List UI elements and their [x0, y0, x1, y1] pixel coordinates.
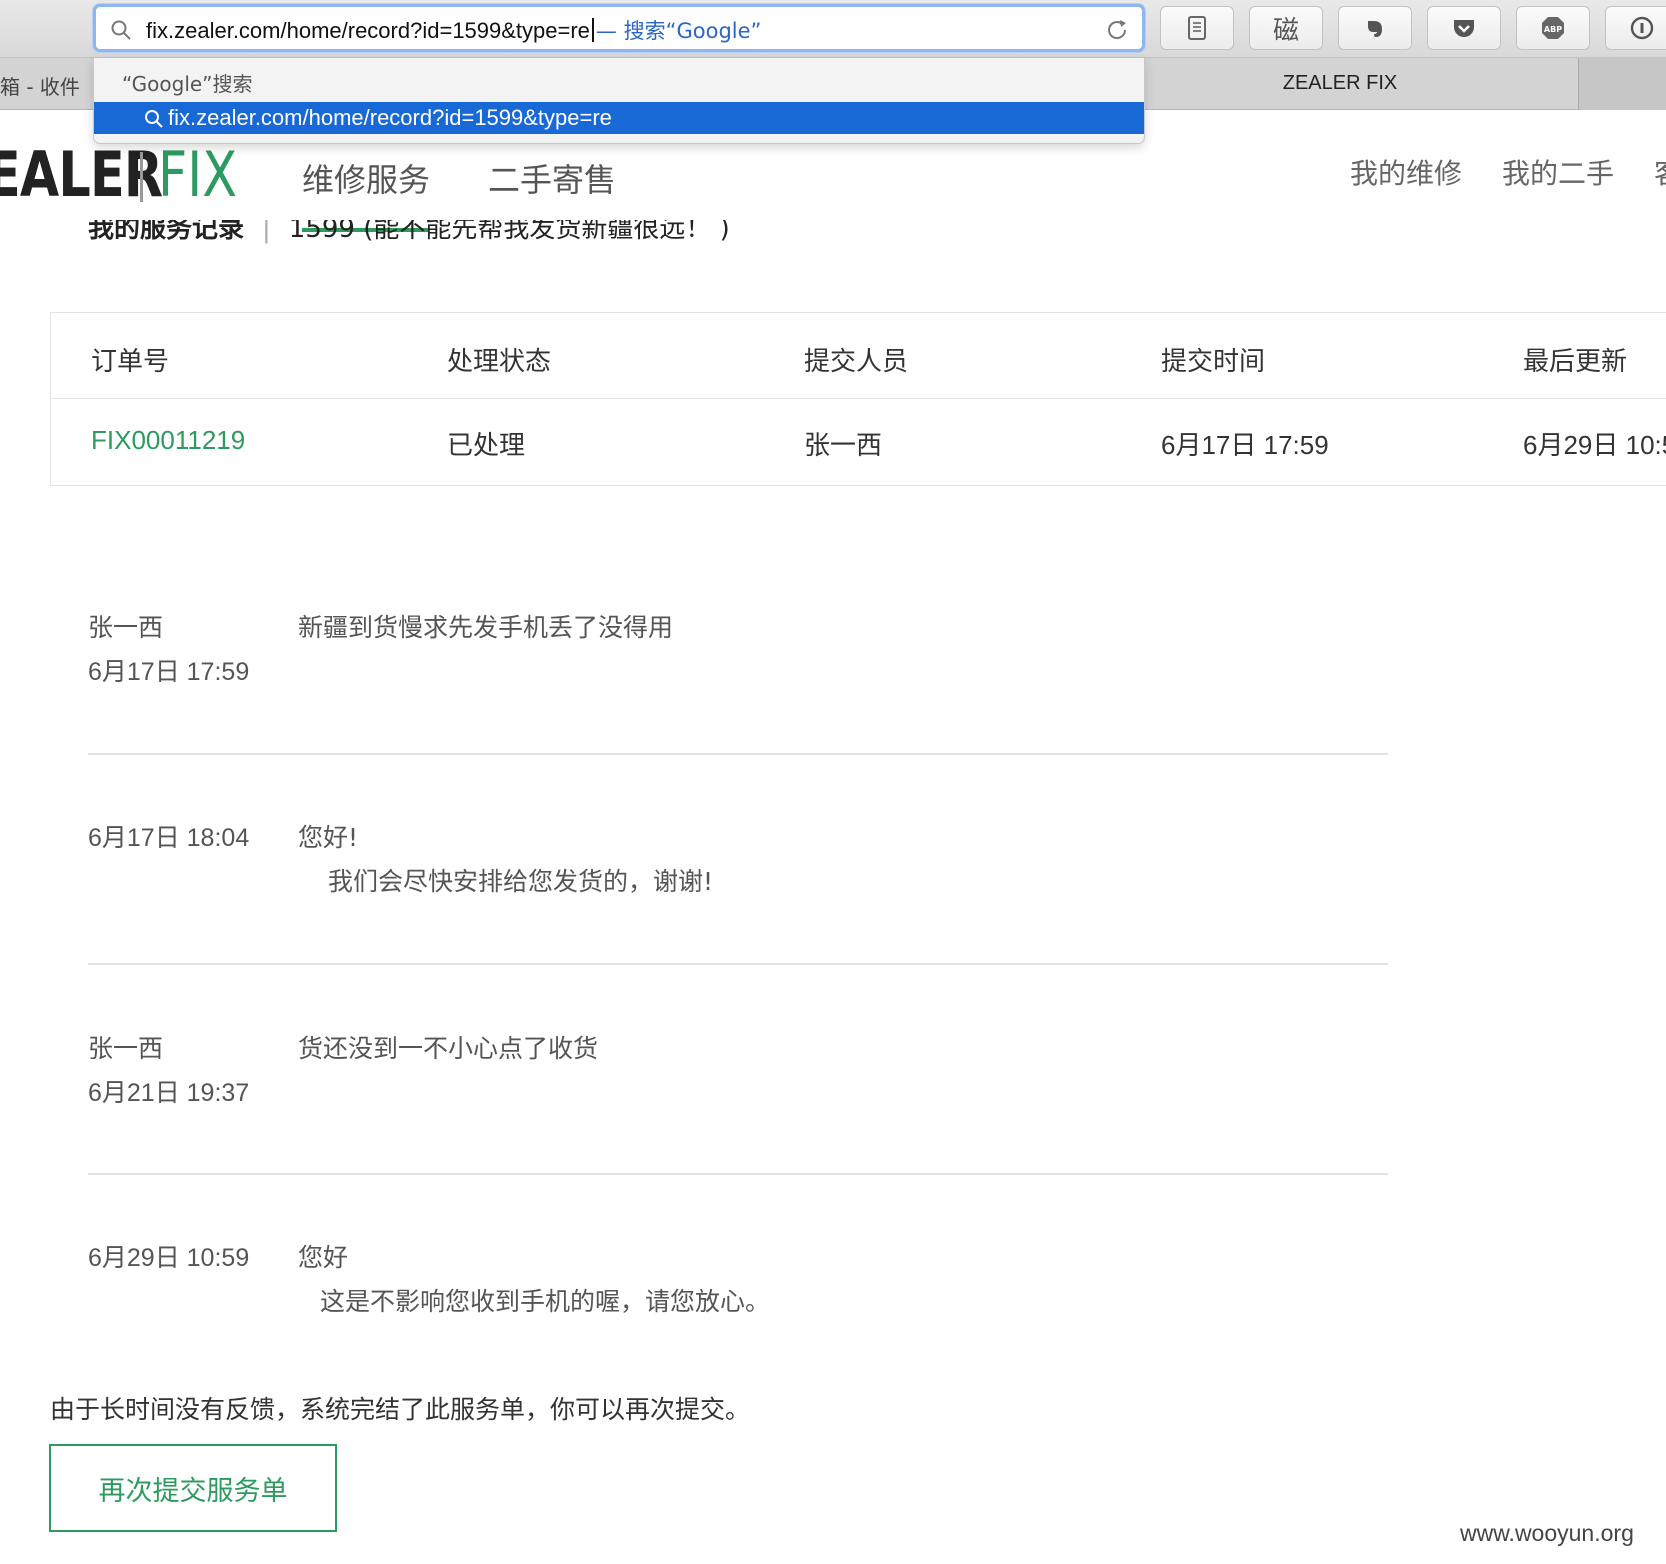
browser-toolbar: fix.zealer.com/home/record?id=1599&type=… [0, 0, 1666, 58]
tab-zealer-fix[interactable]: ZEALER FIX [1140, 58, 1540, 110]
evernote-extension-button[interactable] [1338, 6, 1412, 50]
resubmit-button[interactable]: 再次提交服务单 [49, 1444, 337, 1532]
order-submitter: 张一西 [804, 431, 883, 461]
address-bar[interactable]: fix.zealer.com/home/record?id=1599&type=… [93, 4, 1145, 52]
record-message-line2: 这是不影响您收到手机的喔，请您放心。 [320, 1287, 771, 1316]
search-hint: — 搜索“Google” [595, 19, 762, 43]
breadcrumb-separator: | [262, 220, 271, 244]
pocket-icon [1454, 20, 1474, 37]
header-submit-time: 提交时间 [1161, 347, 1266, 377]
logo-zealer-text: EALER [0, 138, 163, 211]
svg-text:ABP: ABP [1544, 25, 1562, 34]
breadcrumb-current: 1599 (能不能先帮我发货新疆很远！ ) [288, 220, 730, 244]
header-status: 处理状态 [447, 347, 552, 377]
document-icon [1188, 16, 1206, 40]
record-divider [88, 753, 1388, 755]
breadcrumb: 我的服务记录 | 1599 (能不能先帮我发货新疆很远！ ) [88, 220, 988, 252]
nav-repair-service[interactable]: 维修服务 [302, 155, 430, 201]
tab-mail-label: 箱 - 收件 [0, 75, 80, 99]
order-submit-time: 6月17日 17:59 [1161, 430, 1329, 460]
watermark: www.wooyun.org [1460, 1520, 1634, 1546]
record-author: 张一西 [88, 613, 164, 642]
nav-customer-service[interactable]: 客 [1654, 152, 1666, 192]
record-time: 6月17日 17:59 [88, 658, 250, 686]
password-extension-button[interactable] [1605, 6, 1666, 50]
suggestion-item[interactable]: fix.zealer.com/home/record?id=1599&type=… [94, 102, 1144, 134]
header-order-id: 订单号 [91, 347, 170, 377]
header-last-update: 最后更新 [1523, 347, 1628, 377]
tab-mail[interactable]: 箱 - 收件 [0, 58, 96, 110]
adblock-icon: ABP [1542, 17, 1564, 39]
logo-fix-text: FIX [158, 138, 238, 211]
suggestion-header: “Google”搜索 [122, 72, 253, 96]
record-message: 货还没到一不小心点了收货 [298, 1034, 599, 1063]
ime-extension-button[interactable]: 磁 [1249, 6, 1323, 50]
reader-extension-button[interactable] [1160, 6, 1234, 50]
record-time: 6月17日 18:04 [88, 824, 250, 852]
text-caret [591, 18, 594, 42]
record-time: 6月21日 19:37 [88, 1079, 250, 1107]
address-suggestions: “Google”搜索 fix.zealer.com/home/record?id… [93, 58, 1145, 144]
record-divider [88, 1173, 1388, 1175]
suggestion-text: fix.zealer.com/home/record?id=1599&type=… [168, 105, 612, 130]
record-time: 6月29日 10:59 [88, 1244, 250, 1272]
breadcrumb-section[interactable]: 我的服务记录 [88, 220, 244, 244]
order-last-update: 6月29日 10:5 [1523, 430, 1666, 460]
info-icon [1630, 16, 1654, 40]
record-author: 张一西 [88, 1034, 164, 1063]
nav-my-secondhand[interactable]: 我的二手 [1502, 152, 1614, 192]
row-divider [51, 398, 1666, 399]
order-status: 已处理 [447, 431, 526, 461]
closing-note: 由于长时间没有反馈，系统完结了此服务单，你可以再次提交。 [50, 1395, 751, 1424]
search-icon [145, 110, 163, 128]
record-message: 您好! [298, 823, 359, 852]
order-table: 订单号 处理状态 提交人员 提交时间 最后更新 FIX00011219 已处理 … [50, 312, 1666, 486]
logo-divider [140, 152, 143, 202]
tab-zealer-fix-label: ZEALER FIX [1282, 72, 1398, 94]
record-message-line2: 我们会尽快安排给您发货的，谢谢! [328, 867, 714, 896]
url-value: fix.zealer.com/home/record?id=1599&type=… [146, 18, 590, 43]
search-icon [111, 20, 131, 40]
tab-new[interactable] [1578, 58, 1666, 110]
url-text[interactable]: fix.zealer.com/home/record?id=1599&type=… [146, 15, 761, 45]
order-id-link[interactable]: FIX00011219 [91, 425, 245, 456]
nav-secondhand-consign[interactable]: 二手寄售 [488, 155, 616, 201]
adblock-extension-button[interactable]: ABP [1516, 6, 1590, 50]
record-message: 您好 [298, 1243, 349, 1272]
record-message: 新疆到货慢求先发手机丢了没得用 [298, 613, 674, 642]
ime-label: 磁 [1272, 15, 1299, 46]
pocket-extension-button[interactable] [1427, 6, 1501, 50]
record-divider [88, 963, 1388, 965]
header-submitter: 提交人员 [804, 347, 909, 377]
elephant-icon [1368, 21, 1382, 37]
nav-my-repairs[interactable]: 我的维修 [1350, 152, 1462, 192]
reload-icon[interactable] [1104, 17, 1130, 43]
